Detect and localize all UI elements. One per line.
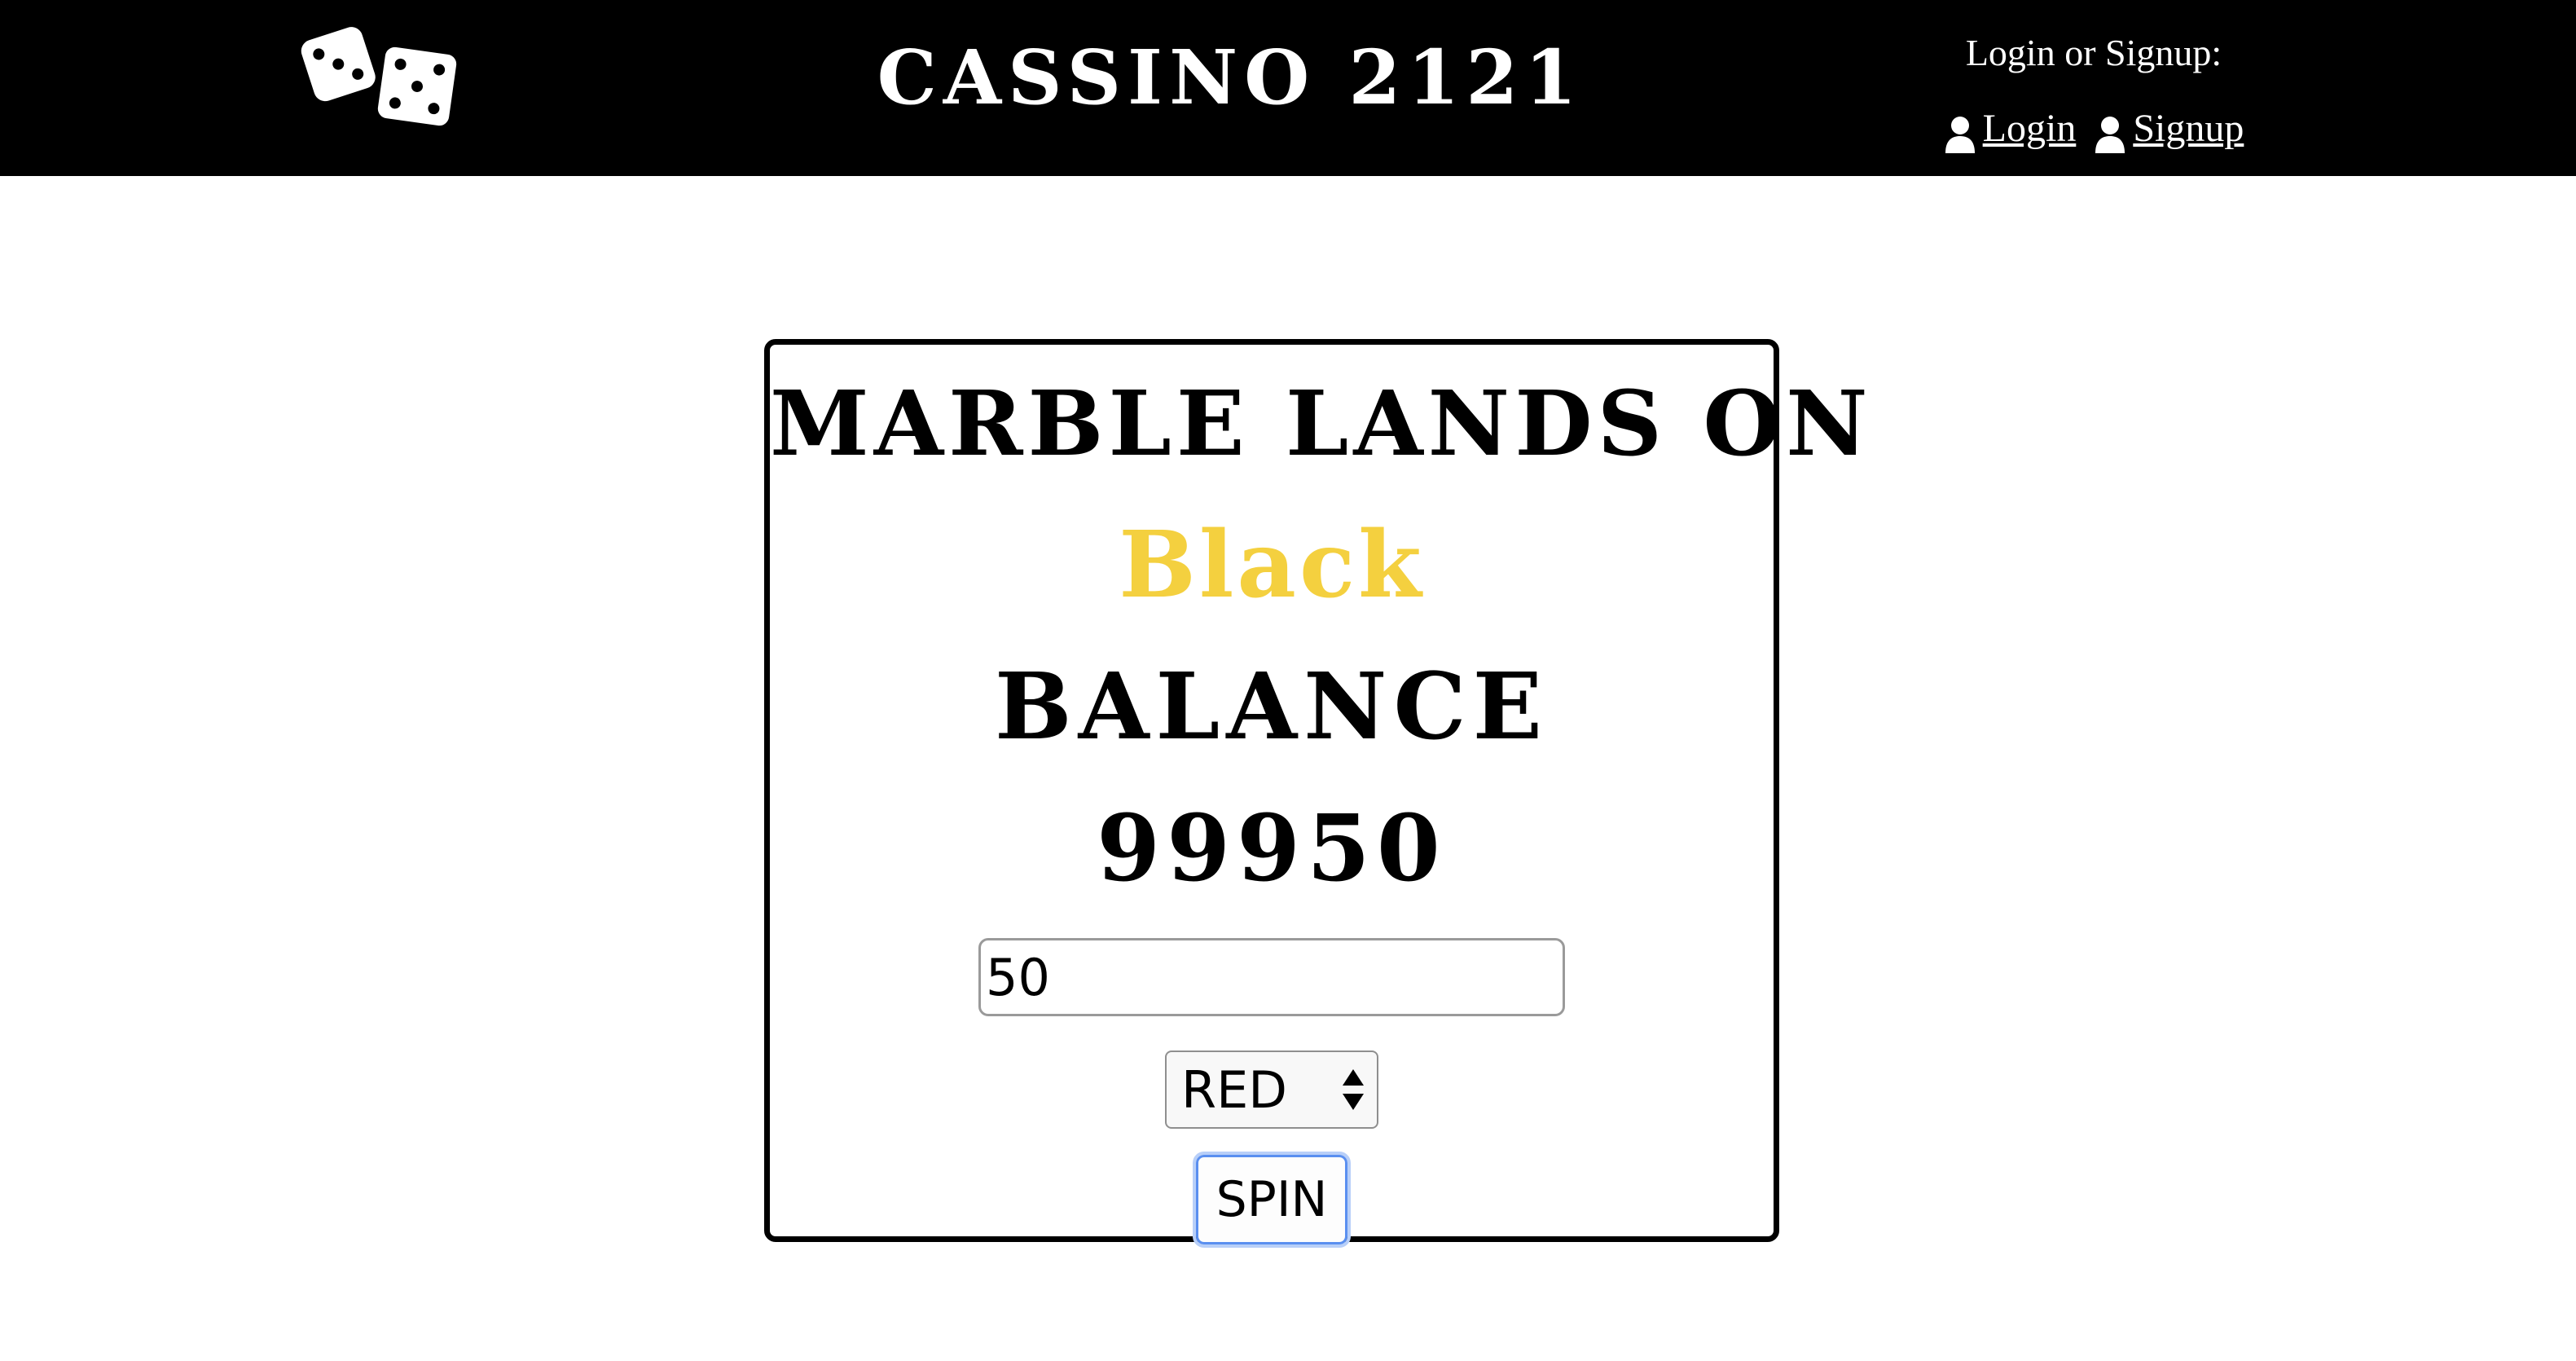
color-select-value: RED — [1181, 1059, 1287, 1120]
login-label: Login — [1982, 107, 2077, 150]
spin-button[interactable]: SPIN — [1193, 1152, 1351, 1248]
user-icon — [1945, 117, 1975, 153]
signup-label: Signup — [2133, 107, 2244, 150]
balance-heading: BALANCE — [994, 654, 1550, 760]
roulette-panel: MARBLE LANDS ON Black BALANCE 99950 RED … — [764, 339, 1873, 1248]
site-header: CASSINO 2121 Login or Signup: Login Sign… — [0, 0, 2576, 176]
auth-links: Login Signup — [1898, 104, 2289, 153]
result-value: Black — [1119, 512, 1425, 619]
auth-area: Login or Signup: Login Signup — [1898, 24, 2289, 153]
signup-link[interactable]: Signup — [2094, 104, 2244, 153]
select-arrows-icon — [1343, 1069, 1364, 1110]
color-select[interactable]: RED — [1165, 1050, 1378, 1129]
user-icon — [2095, 117, 2125, 153]
result-heading: MARBLE LANDS ON — [770, 371, 1873, 476]
balance-value: 99950 — [1097, 795, 1447, 902]
auth-prompt: Login or Signup: — [1965, 32, 2222, 73]
bet-amount-input[interactable] — [978, 938, 1565, 1016]
login-link[interactable]: Login — [1944, 104, 2077, 153]
